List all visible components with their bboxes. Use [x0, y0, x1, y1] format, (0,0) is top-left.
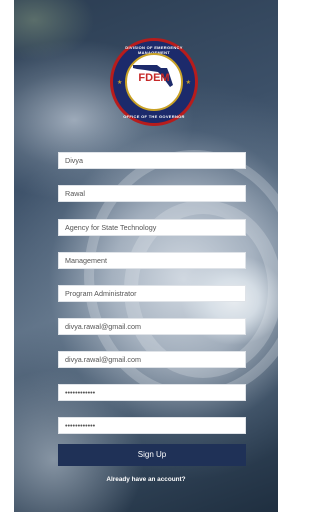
hurricane-background: DIVISION OF EMERGENCY MANAGEMENT FDEM ★ …: [14, 0, 278, 512]
agency-field[interactable]: Agency for State Technology: [58, 219, 246, 236]
star-icon: ★: [117, 80, 123, 86]
email-field[interactable]: divya.rawal@gmail.com: [58, 318, 246, 335]
department-field[interactable]: Management: [58, 252, 246, 269]
logo-title: FDEM: [138, 72, 170, 84]
password-field[interactable]: ••••••••••••: [58, 384, 246, 401]
last-name-field[interactable]: Rawal: [58, 185, 246, 202]
confirm-password-field[interactable]: ••••••••••••: [58, 417, 246, 434]
confirm-email-field[interactable]: divya.rawal@gmail.com: [58, 351, 246, 368]
sign-up-button[interactable]: Sign Up: [58, 444, 246, 466]
logo-ring-bottom-text: OFFICE OF THE GOVERNOR: [123, 114, 185, 119]
job-title-field[interactable]: Program Administrator: [58, 285, 246, 302]
first-name-field[interactable]: Divya: [58, 152, 246, 169]
already-have-account-link[interactable]: Already have an account?: [14, 476, 278, 483]
fdem-logo: DIVISION OF EMERGENCY MANAGEMENT FDEM ★ …: [110, 38, 198, 126]
star-icon: ★: [185, 80, 191, 86]
